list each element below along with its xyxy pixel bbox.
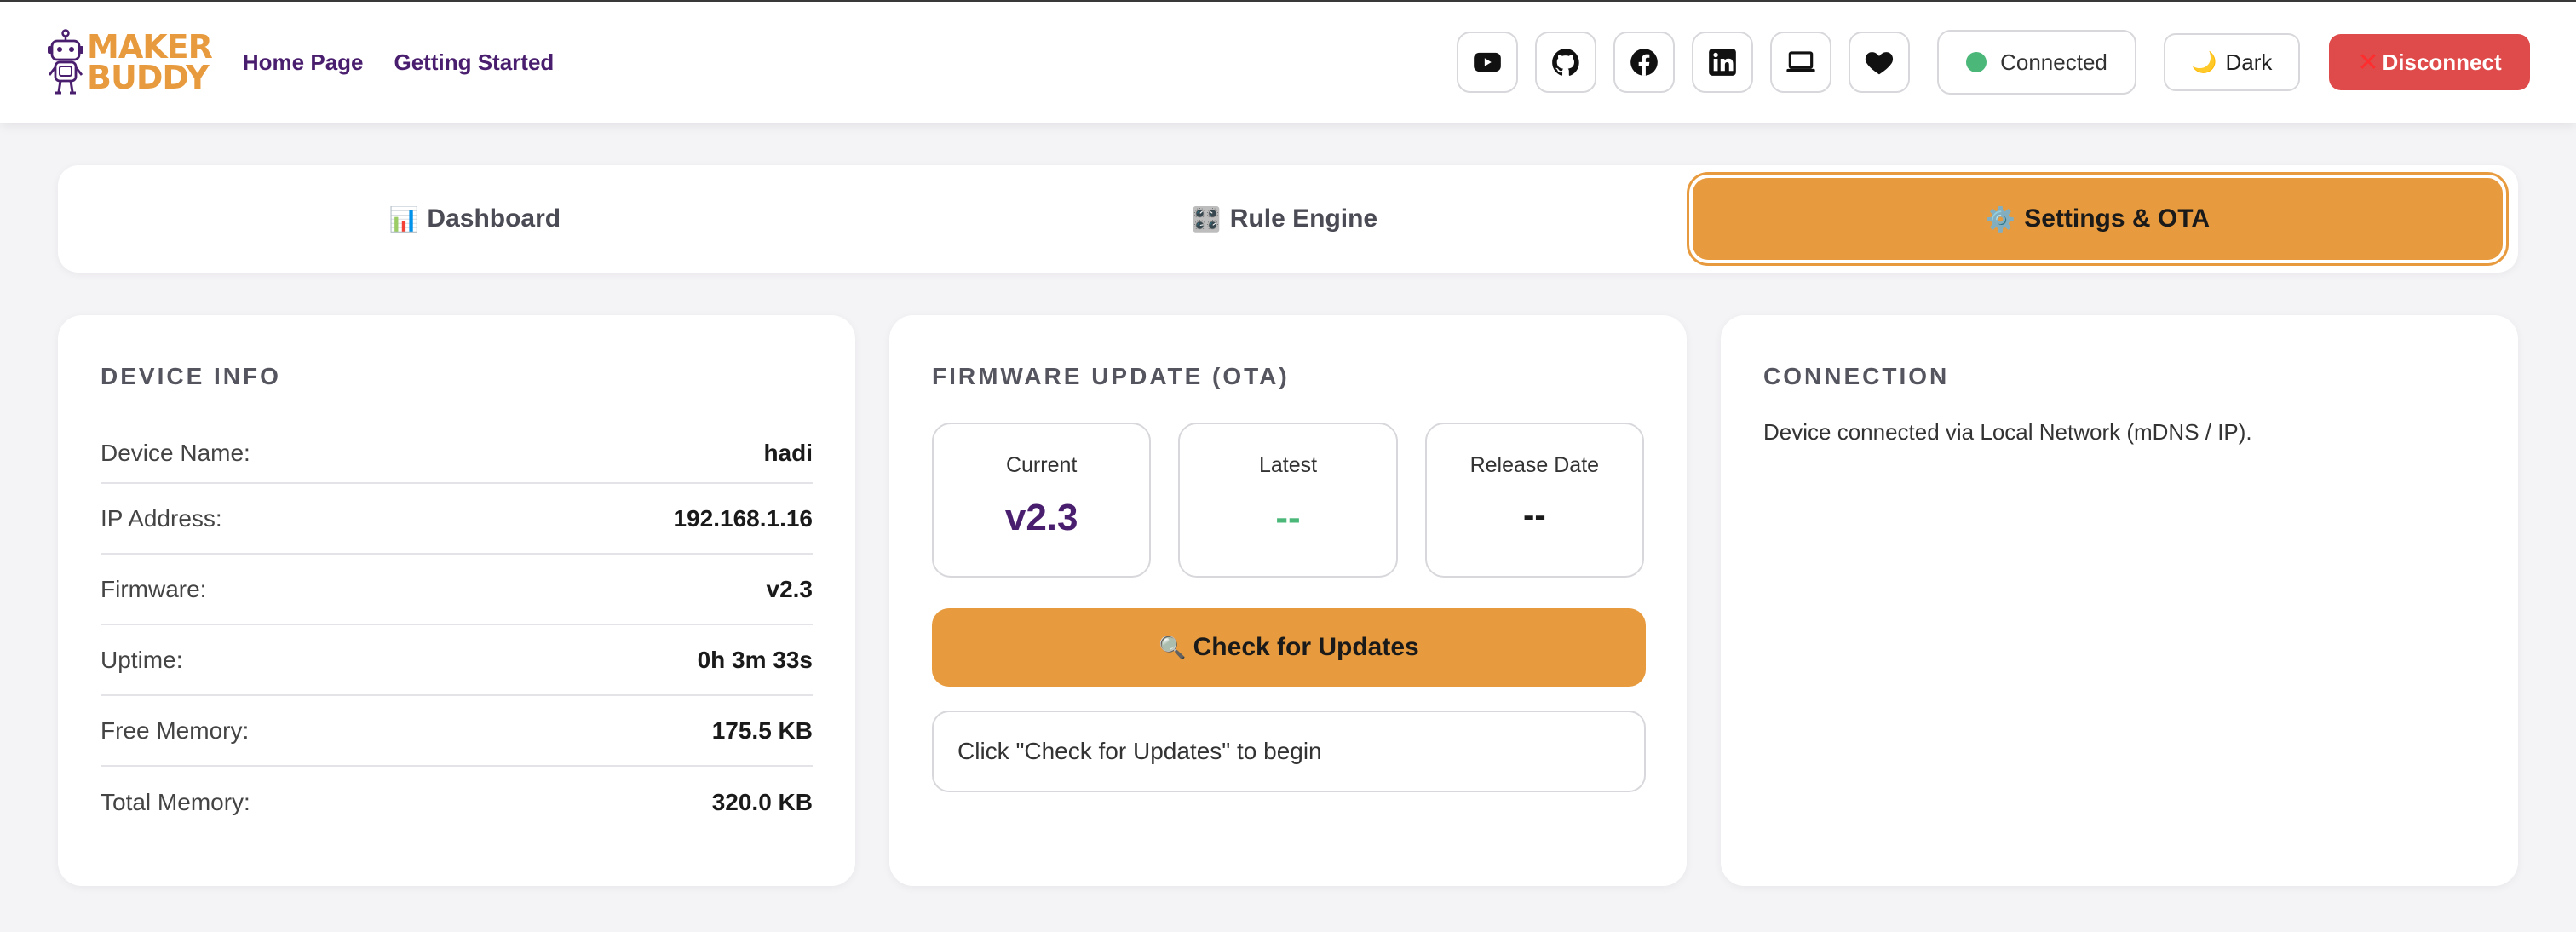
tab-rule-engine-label: Rule Engine bbox=[1229, 204, 1378, 233]
tab-settings-ota[interactable]: ⚙️ Settings & OTA bbox=[1693, 178, 2504, 260]
linkedin-button[interactable] bbox=[1692, 32, 1753, 93]
control-knobs-icon: 🎛️ bbox=[1191, 205, 1222, 233]
check-updates-button[interactable]: 🔍 Check for Updates bbox=[932, 608, 1646, 687]
laptop-button[interactable] bbox=[1770, 32, 1831, 93]
github-button[interactable] bbox=[1535, 32, 1596, 93]
latest-version-box: Latest -- bbox=[1178, 423, 1398, 578]
main-tabs: 📊 Dashboard 🎛️ Rule Engine ⚙️ Settings &… bbox=[58, 165, 2518, 273]
release-date-label: Release Date bbox=[1469, 453, 1600, 477]
device-info-title: DEVICE INFO bbox=[101, 363, 281, 389]
info-value: hadi bbox=[763, 440, 813, 466]
gear-icon: ⚙️ bbox=[1986, 205, 2016, 233]
theme-toggle-label: Dark bbox=[2225, 49, 2273, 75]
info-label: Total Memory: bbox=[101, 788, 250, 815]
connection-status: Connected bbox=[1937, 30, 2136, 95]
info-label: Device Name: bbox=[101, 440, 250, 466]
firmware-update-title: FIRMWARE UPDATE (OTA) bbox=[932, 363, 1290, 389]
connection-title: CONNECTION bbox=[1763, 363, 1950, 389]
connection-status-label: Connected bbox=[2000, 49, 2107, 75]
tab-dashboard[interactable]: 📊 Dashboard bbox=[70, 178, 880, 260]
brand-name: MAKER BUDDY bbox=[87, 28, 213, 96]
facebook-icon bbox=[1630, 49, 1658, 76]
tab-dashboard-label: Dashboard bbox=[427, 204, 561, 233]
firmware-update-card: FIRMWARE UPDATE (OTA) Current v2.3 Lates… bbox=[889, 315, 1687, 886]
brand-line-2: BUDDY bbox=[87, 59, 210, 96]
tab-rule-engine[interactable]: 🎛️ Rule Engine bbox=[880, 178, 1690, 260]
info-row: Free Memory: 175.5 KB bbox=[101, 696, 813, 767]
magnifier-icon: 🔍 bbox=[1159, 634, 1187, 660]
brand-line-1: MAKER bbox=[87, 28, 213, 66]
current-version-label: Current bbox=[1005, 453, 1078, 477]
youtube-button[interactable] bbox=[1457, 32, 1518, 93]
status-dot-icon bbox=[1966, 52, 1987, 72]
current-version-box: Current v2.3 bbox=[932, 423, 1152, 578]
info-label: Firmware: bbox=[101, 575, 207, 602]
info-row: Firmware: v2.3 bbox=[101, 555, 813, 625]
heart-button[interactable] bbox=[1849, 32, 1910, 93]
info-label: IP Address: bbox=[101, 504, 222, 532]
info-value: v2.3 bbox=[766, 575, 814, 602]
info-value: 320.0 KB bbox=[711, 788, 813, 815]
info-row: IP Address: 192.168.1.16 bbox=[101, 484, 813, 555]
theme-toggle-button[interactable]: 🌙 Dark bbox=[2164, 33, 2300, 91]
laptop-icon bbox=[1786, 51, 1815, 72]
release-date-value: -- bbox=[1523, 497, 1546, 534]
latest-version-value: -- bbox=[1275, 497, 1301, 538]
ota-status-message: Click "Check for Updates" to begin bbox=[932, 711, 1646, 792]
facebook-button[interactable] bbox=[1613, 32, 1675, 93]
disconnect-button[interactable]: ✕ Disconnect bbox=[2329, 34, 2530, 90]
release-date-box: Release Date -- bbox=[1424, 423, 1644, 578]
latest-version-label: Latest bbox=[1258, 453, 1318, 477]
moon-icon: 🌙 bbox=[2191, 50, 2217, 74]
info-value: 0h 3m 33s bbox=[697, 646, 813, 673]
close-icon: ✕ bbox=[2357, 48, 2379, 77]
robot-logo-icon bbox=[48, 29, 83, 95]
info-label: Uptime: bbox=[101, 646, 183, 673]
info-value: 175.5 KB bbox=[711, 716, 813, 744]
disconnect-label: Disconnect bbox=[2382, 49, 2502, 75]
device-info-list: Device Name: hadi IP Address: 192.168.1.… bbox=[101, 424, 813, 837]
info-row: Device Name: hadi bbox=[101, 424, 813, 484]
device-info-card: DEVICE INFO Device Name: hadi IP Address… bbox=[58, 315, 855, 886]
youtube-icon bbox=[1474, 52, 1501, 72]
firmware-stats: Current v2.3 Latest -- Release Date -- bbox=[932, 423, 1644, 578]
info-label: Free Memory: bbox=[101, 716, 250, 744]
linkedin-icon bbox=[1709, 49, 1736, 76]
current-version-value: v2.3 bbox=[1004, 497, 1078, 538]
info-row: Total Memory: 320.0 KB bbox=[101, 767, 813, 837]
connection-description: Device connected via Local Network (mDNS… bbox=[1763, 419, 2252, 445]
top-header: MAKER BUDDY Home Page Getting Started Co… bbox=[0, 2, 2576, 123]
github-icon bbox=[1552, 49, 1579, 76]
tab-settings-ota-label: Settings & OTA bbox=[2024, 204, 2210, 233]
check-updates-label: Check for Updates bbox=[1193, 633, 1419, 661]
connection-card: CONNECTION Device connected via Local Ne… bbox=[1721, 315, 2518, 886]
heart-icon bbox=[1865, 52, 1894, 75]
logo[interactable]: MAKER BUDDY bbox=[46, 28, 213, 96]
info-row: Uptime: 0h 3m 33s bbox=[101, 625, 813, 696]
nav-getting-started-link[interactable]: Getting Started bbox=[394, 49, 555, 76]
bar-chart-icon: 📊 bbox=[388, 205, 419, 233]
info-value: 192.168.1.16 bbox=[673, 504, 814, 532]
nav-home-link[interactable]: Home Page bbox=[243, 49, 364, 76]
